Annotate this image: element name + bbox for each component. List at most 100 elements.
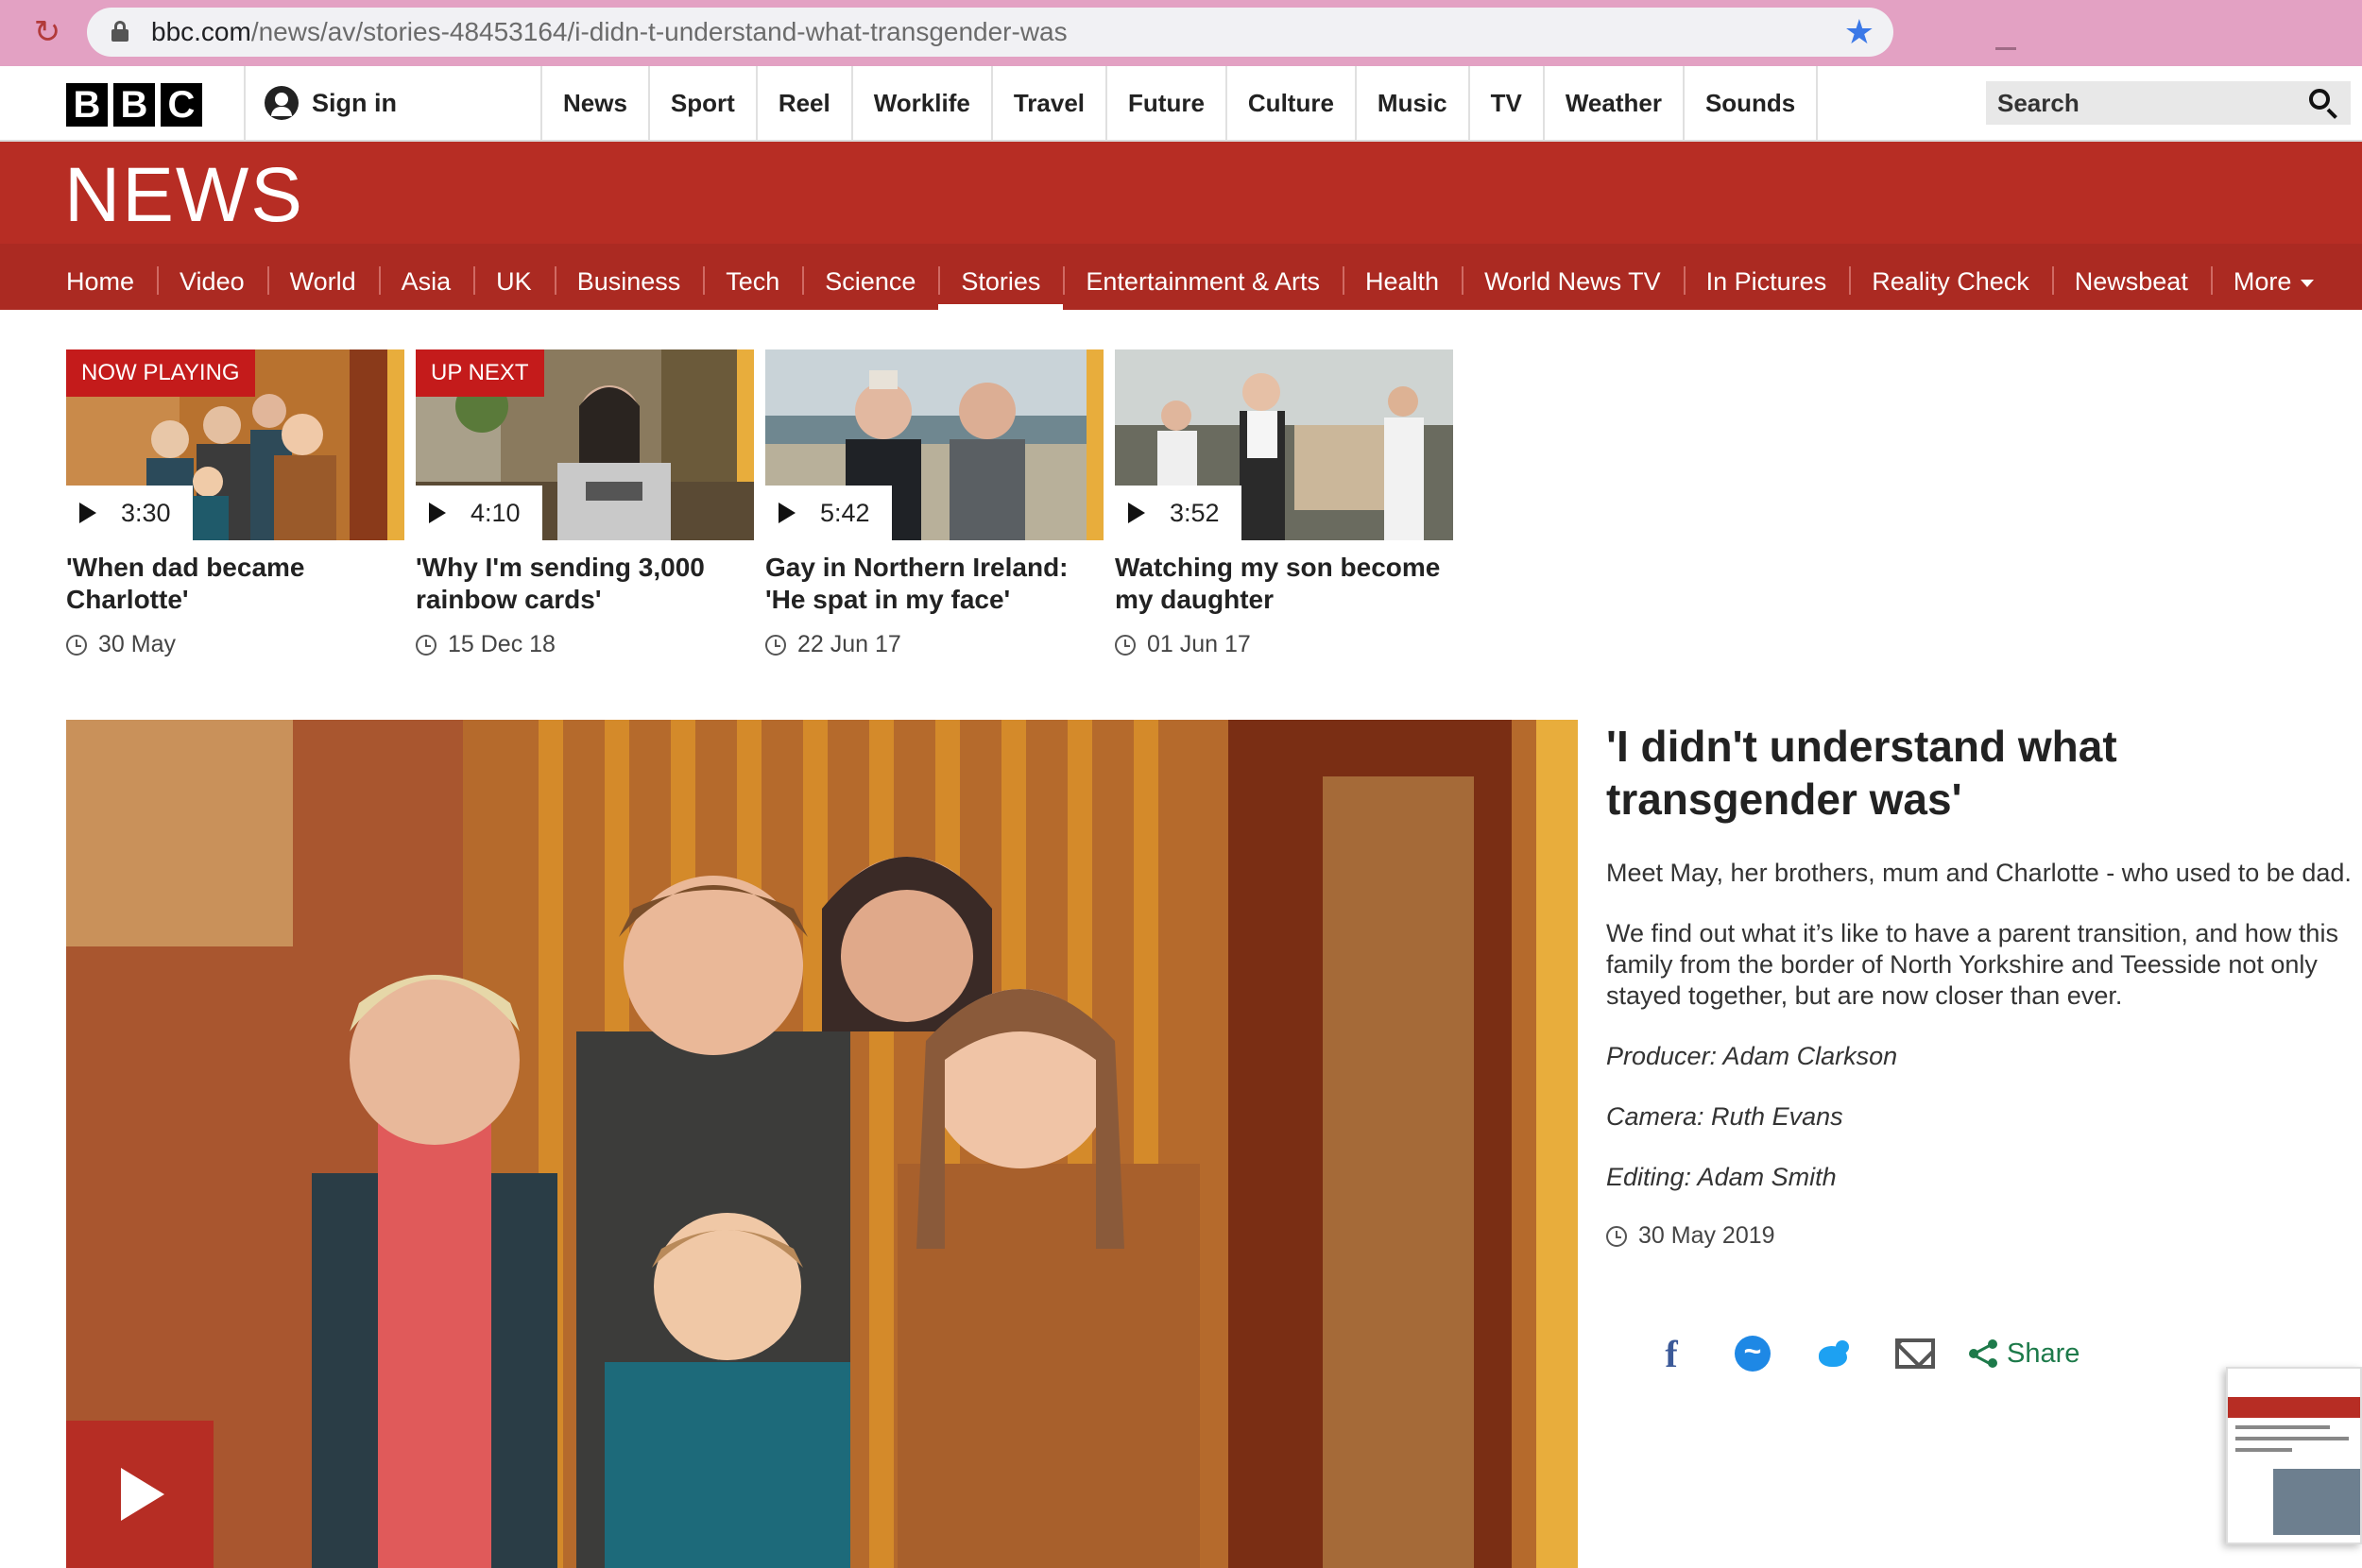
section-world-news-tv[interactable]: World News TV — [1462, 244, 1684, 310]
section-home[interactable]: Home — [43, 244, 157, 310]
clock-icon — [765, 634, 786, 656]
global-nav-weather[interactable]: Weather — [1545, 66, 1685, 140]
section-in-pictures[interactable]: In Pictures — [1683, 244, 1850, 310]
story-panel: 'I didn't understand what transgender wa… — [1606, 720, 2353, 1250]
section-world[interactable]: World — [266, 244, 379, 310]
twitter-share[interactable] — [1793, 1330, 1874, 1377]
section-reality-check[interactable]: Reality Check — [1849, 244, 2052, 310]
section-uk[interactable]: UK — [473, 244, 555, 310]
preview-line — [2235, 1437, 2349, 1440]
section-science[interactable]: Science — [802, 244, 938, 310]
url-host: bbc.com — [151, 17, 251, 46]
url-text[interactable]: bbc.com/news/av/stories-48453164/i-didn-… — [151, 18, 1068, 46]
share-icon — [1969, 1339, 1997, 1368]
share-button[interactable]: Share — [1969, 1338, 2080, 1370]
preview-banner — [2228, 1397, 2360, 1418]
play-icon — [1128, 503, 1145, 523]
card-title[interactable]: 'Why I'm sending 3,000 rainbow cards' — [416, 552, 754, 616]
editing-credit: Editing: Adam Smith — [1606, 1163, 1837, 1191]
section-entertainment-arts[interactable]: Entertainment & Arts — [1063, 244, 1343, 310]
playlist-card[interactable]: UP NEXT 4:10 'Why I'm sending 3,000 rain… — [416, 349, 754, 658]
global-nav-sounds[interactable]: Sounds — [1685, 66, 1819, 140]
section-more[interactable]: More — [2210, 244, 2337, 310]
clock-icon — [1606, 1225, 1627, 1247]
story-summary: Meet May, her brothers, mum and Charlott… — [1606, 859, 2352, 887]
duration-label: 3:30 — [121, 498, 171, 527]
duration-label: 4:10 — [471, 498, 521, 527]
story-headline: 'I didn't understand what transgender wa… — [1606, 722, 2117, 824]
duration-label: 3:52 — [1170, 498, 1220, 527]
date-label: 30 May — [98, 631, 176, 657]
logo-letter: C — [161, 83, 202, 127]
video-thumbnail[interactable]: NOW PLAYING 3:30 — [66, 349, 404, 540]
news-banner: NEWS — [0, 142, 2362, 244]
email-share[interactable] — [1874, 1330, 1956, 1377]
video-thumbnail[interactable]: 3:52 — [1115, 349, 1453, 540]
story-body: We find out what it’s like to have a par… — [1606, 919, 2338, 1010]
global-nav-culture[interactable]: Culture — [1227, 66, 1357, 140]
card-title[interactable]: 'When dad became Charlotte' — [66, 552, 404, 616]
facebook-share[interactable]: f — [1631, 1330, 1712, 1377]
section-business[interactable]: Business — [554, 244, 704, 310]
play-duration[interactable]: 3:52 — [1115, 486, 1241, 540]
card-title[interactable]: Gay in Northern Ireland: 'He spat in my … — [765, 552, 1104, 616]
section-health[interactable]: Health — [1343, 244, 1462, 310]
share-label: Share — [2007, 1338, 2080, 1369]
global-nav: News Sport Reel Worklife Travel Future C… — [540, 66, 1819, 140]
playlist-card[interactable]: NOW PLAYING 3:30 'When dad became Charlo… — [66, 349, 404, 658]
playlist-card[interactable]: 5:42 Gay in Northern Ireland: 'He spat i… — [765, 349, 1104, 658]
messenger-icon — [1735, 1334, 1771, 1372]
sign-in-button[interactable]: Sign in — [244, 66, 539, 140]
bbc-logo[interactable]: B B C — [66, 83, 202, 127]
url-path: /news/av/stories-48453164/i-didn-t-under… — [250, 17, 1068, 46]
global-nav-travel[interactable]: Travel — [993, 66, 1108, 140]
play-icon — [79, 503, 96, 523]
now-playing-badge: NOW PLAYING — [66, 349, 255, 397]
play-button[interactable] — [66, 1421, 214, 1568]
browser-toolbar: ↻ bbc.com/news/av/stories-48453164/i-did… — [0, 0, 2362, 66]
section-video[interactable]: Video — [157, 244, 267, 310]
section-newsbeat[interactable]: Newsbeat — [2051, 244, 2211, 310]
card-date: 30 May — [66, 631, 404, 658]
card-title[interactable]: Watching my son become my daughter — [1115, 552, 1453, 616]
share-tools: f Share — [1631, 1330, 2080, 1377]
section-tech[interactable]: Tech — [703, 244, 802, 310]
section-stories[interactable]: Stories — [938, 244, 1064, 310]
search-icon[interactable] — [2309, 89, 2337, 119]
address-bar[interactable]: bbc.com/news/av/stories-48453164/i-didn-… — [87, 8, 1893, 57]
play-icon — [429, 503, 446, 523]
global-nav-worklife[interactable]: Worklife — [853, 66, 993, 140]
global-nav-reel[interactable]: Reel — [758, 66, 853, 140]
video-thumbnail[interactable]: UP NEXT 4:10 — [416, 349, 754, 540]
play-duration[interactable]: 4:10 — [416, 486, 542, 540]
reload-icon[interactable]: ↻ — [28, 13, 66, 51]
video-thumbnail[interactable]: 5:42 — [765, 349, 1104, 540]
playlist-card[interactable]: 3:52 Watching my son become my daughter … — [1115, 349, 1453, 658]
play-duration[interactable]: 3:30 — [66, 486, 193, 540]
global-nav-tv[interactable]: TV — [1470, 66, 1545, 140]
caret-down-icon — [2301, 279, 2315, 287]
producer-credit: Producer: Adam Clarkson — [1606, 1042, 1898, 1070]
news-logo[interactable]: NEWS — [64, 151, 304, 240]
preview-image — [2273, 1469, 2360, 1535]
messenger-share[interactable] — [1712, 1330, 1793, 1377]
screenshot-preview-thumbnail[interactable] — [2226, 1367, 2362, 1544]
global-nav-future[interactable]: Future — [1107, 66, 1227, 140]
date-label: 15 Dec 18 — [448, 631, 556, 657]
logo-letter: B — [113, 83, 155, 127]
clock-icon — [416, 634, 436, 656]
section-asia[interactable]: Asia — [378, 244, 474, 310]
global-nav-sport[interactable]: Sport — [650, 66, 758, 140]
clock-icon — [1115, 634, 1136, 656]
minimize-icon[interactable] — [1995, 47, 2016, 50]
main-video-player[interactable] — [66, 720, 1578, 1568]
play-duration[interactable]: 5:42 — [765, 486, 892, 540]
story-date: 30 May 2019 — [1606, 1222, 2353, 1250]
global-nav-news[interactable]: News — [542, 66, 650, 140]
user-icon — [265, 86, 299, 120]
bookmark-star-icon[interactable]: ★ — [1844, 13, 1874, 51]
section-nav: Home Video World Asia UK Business Tech S… — [0, 244, 2362, 310]
logo-letter: B — [66, 83, 108, 127]
search-input[interactable]: Search — [1986, 81, 2351, 125]
global-nav-music[interactable]: Music — [1357, 66, 1470, 140]
